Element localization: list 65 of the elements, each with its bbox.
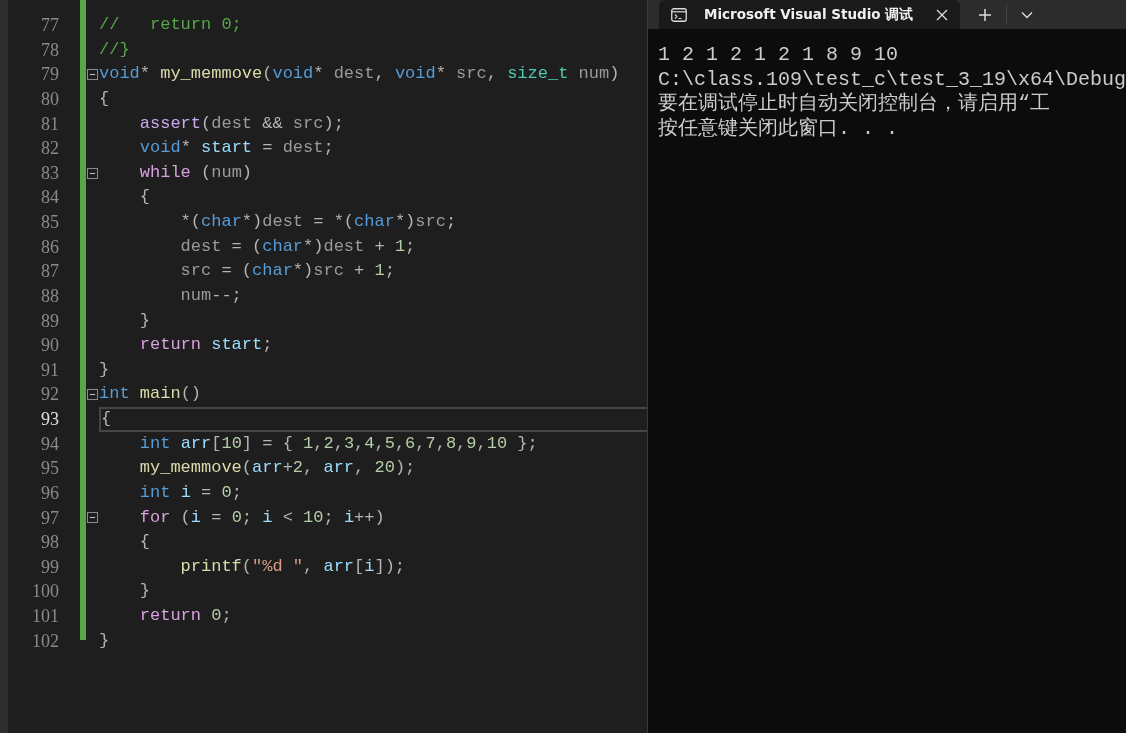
code-line: for (i = 0; i < 10; i++): [138, 506, 385, 529]
code-line: void* my_memmove(void* dest, void* src, size_t num): [99, 63, 620, 86]
collapse-icon[interactable]: [87, 389, 98, 401]
collapse-icon[interactable]: [87, 167, 98, 179]
line-number: 100: [31, 580, 59, 604]
line-number: 99: [40, 555, 59, 579]
line-number: 80: [40, 87, 59, 111]
line-number: 86: [40, 235, 59, 259]
dropdown-caret-icon[interactable]: [1021, 10, 1033, 19]
line-number: 97: [40, 506, 59, 530]
console-output-line: 要在调试停止时自动关闭控制台，请启用“工: [658, 92, 1051, 117]
code-line: assert(dest && src);: [138, 112, 344, 135]
line-number: 77: [40, 14, 59, 37]
line-number: 82: [40, 137, 59, 161]
code-line: int arr[10] = { 1,2,3,4,5,6,7,8,9,10 };: [138, 432, 538, 455]
line-number: 81: [40, 112, 59, 136]
code-line: }: [138, 580, 150, 603]
line-number: 101: [31, 605, 59, 628]
code-line: }: [99, 358, 110, 381]
code-line: int i = 0;: [138, 481, 242, 504]
terminal-tab[interactable]: Microsoft Visual Studio 调试: [659, 0, 960, 29]
line-number: 79: [40, 63, 59, 87]
console-output-line: 按任意键关闭此窗口. . .: [658, 116, 899, 141]
collapse-icon[interactable]: [87, 69, 98, 81]
code-line: printf("%d ", arr[i]);: [179, 555, 406, 578]
line-number: 95: [40, 457, 59, 481]
code-line: num--;: [179, 284, 242, 307]
console-output-line: 1 2 1 2 1 2 1 8 9 10: [658, 43, 900, 68]
line-number: 98: [40, 531, 59, 555]
line-number: 83: [40, 161, 59, 185]
code-line: return 0;: [138, 605, 232, 627]
line-number: 92: [40, 383, 59, 407]
code-line: return start;: [138, 334, 273, 357]
line-number: 78: [40, 38, 59, 62]
tab-title: Microsoft Visual Studio 调试: [704, 5, 915, 24]
console-icon: [671, 7, 687, 22]
line-number: 84: [40, 186, 59, 210]
line-number: 102: [31, 629, 59, 653]
code-line: my_memmove(arr+2, arr, 20);: [138, 457, 416, 480]
code-line: {: [138, 186, 150, 209]
code-line: }: [138, 309, 150, 332]
line-number: 91: [40, 358, 59, 382]
code-line: {: [99, 87, 110, 110]
code-line: *(char*)dest = *(char*)src;: [179, 211, 457, 233]
line-number: 96: [40, 481, 59, 505]
line-number: 87: [40, 260, 59, 284]
code-line: src = (char*)src + 1;: [179, 260, 395, 283]
code-line: }: [99, 629, 110, 652]
line-number: 85: [40, 211, 59, 234]
line-number: 93: [40, 408, 59, 431]
code-line: int main(): [99, 383, 202, 406]
code-line: while (num): [138, 161, 253, 184]
code-line: dest = (char*)dest + 1;: [179, 235, 416, 258]
code-line: // return 0;: [99, 14, 242, 36]
code-line: {: [138, 531, 150, 554]
line-number: 94: [40, 432, 59, 456]
code-line: //}: [99, 38, 130, 61]
collapse-icon[interactable]: [87, 512, 98, 524]
line-number: 90: [40, 334, 59, 358]
new-tab-icon[interactable]: [978, 7, 992, 22]
line-number: 89: [40, 309, 59, 333]
line-number: 88: [40, 284, 59, 308]
code-line: void* start = dest;: [138, 137, 334, 160]
console-output-line: C:\class.109\test_c\test_3_19\x64\Debug: [658, 67, 1126, 92]
close-icon[interactable]: [936, 8, 948, 21]
